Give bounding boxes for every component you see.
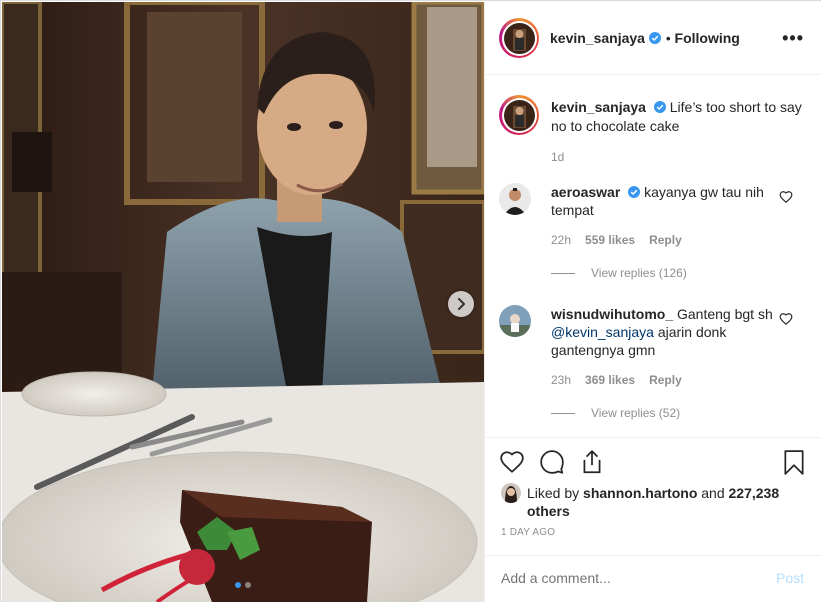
post-side-panel: kevin_sanjaya • Following ••• kevin_sanj…	[484, 2, 821, 602]
more-options-icon[interactable]: •••	[782, 28, 804, 49]
comment-likes[interactable]: 369 likes	[585, 373, 635, 387]
heart-icon[interactable]	[499, 449, 525, 475]
liked-by-prefix: Liked by	[527, 485, 580, 501]
author-username[interactable]: kevin_sanjaya	[550, 30, 645, 46]
liked-by-conjunction: and	[701, 485, 725, 501]
view-replies-button[interactable]: View replies (52)	[551, 406, 680, 420]
comment-time[interactable]: 23h	[551, 373, 571, 387]
view-replies-label: View replies (126)	[591, 266, 687, 280]
replies-divider	[551, 412, 575, 414]
share-icon[interactable]	[579, 449, 605, 475]
verified-badge-icon	[648, 32, 661, 44]
comment-icon[interactable]	[539, 449, 565, 475]
following-button[interactable]: Following	[675, 30, 740, 46]
view-replies-button[interactable]: View replies (126)	[551, 266, 687, 280]
post-comment-button[interactable]: Post	[776, 570, 804, 586]
comment-text: Ganteng bgt sh	[677, 306, 773, 322]
comments-list[interactable]: kevin_sanjaya Life’s too short to say no…	[485, 75, 821, 437]
replies-divider	[551, 272, 575, 274]
comment-meta: 22h 559 likes Reply	[551, 233, 682, 247]
comment-likes[interactable]: 559 likes	[585, 233, 635, 247]
comment-avatar[interactable]	[499, 305, 531, 337]
comment-meta: 23h 369 likes Reply	[551, 373, 682, 387]
likes-text: Liked by shannon.hartono and 227,238 oth…	[527, 484, 787, 520]
comment-mention-link[interactable]: @kevin_sanjaya	[551, 324, 654, 340]
comment-username[interactable]: aeroaswar	[551, 184, 620, 200]
carousel-dot-active	[235, 582, 241, 588]
comment-text-block: aeroaswar kayanya gw tau nih tempat	[551, 183, 781, 219]
photo-illustration	[2, 2, 484, 602]
post-timestamp[interactable]: 1 DAY AGO	[501, 527, 555, 538]
add-comment-input[interactable]	[501, 570, 761, 586]
bookmark-icon[interactable]	[781, 449, 807, 475]
view-replies-label: View replies (52)	[591, 406, 681, 420]
comment-composer: Post	[485, 555, 821, 602]
caption-avatar[interactable]	[499, 95, 539, 135]
caption-username[interactable]: kevin_sanjaya	[551, 99, 646, 115]
likes-summary: Liked by shannon.hartono and 227,238 oth…	[501, 483, 787, 520]
liker-avatar[interactable]	[501, 483, 521, 503]
comment-time[interactable]: 22h	[551, 233, 571, 247]
comment-like-heart-icon[interactable]	[779, 190, 793, 204]
author-avatar[interactable]	[499, 18, 539, 58]
carousel-next-button[interactable]	[448, 291, 474, 317]
post-header: kevin_sanjaya • Following •••	[485, 2, 821, 75]
post-modal: kevin_sanjaya • Following ••• kevin_sanj…	[0, 0, 821, 602]
follow-separator: •	[665, 30, 671, 46]
comment-username[interactable]: wisnudwihutomo_	[551, 306, 673, 322]
comment-avatar[interactable]	[499, 183, 531, 215]
verified-badge-icon	[628, 186, 641, 198]
comment-reply-button[interactable]: Reply	[649, 373, 682, 387]
caption-time[interactable]: 1d	[551, 150, 564, 164]
carousel-indicator	[2, 582, 484, 588]
chevron-right-icon	[458, 298, 465, 310]
liker-username[interactable]: shannon.hartono	[583, 485, 697, 501]
comment-like-heart-icon[interactable]	[779, 312, 793, 326]
carousel-dot	[245, 582, 251, 588]
caption-text-block: kevin_sanjaya Life’s too short to say no…	[551, 98, 806, 136]
post-photo[interactable]	[2, 2, 484, 602]
verified-badge-icon	[653, 101, 666, 113]
comment-reply-button[interactable]: Reply	[649, 233, 682, 247]
post-actions: Liked by shannon.hartono and 227,238 oth…	[485, 437, 821, 555]
comment-text-block: wisnudwihutomo_ Ganteng bgt sh @kevin_sa…	[551, 305, 781, 359]
